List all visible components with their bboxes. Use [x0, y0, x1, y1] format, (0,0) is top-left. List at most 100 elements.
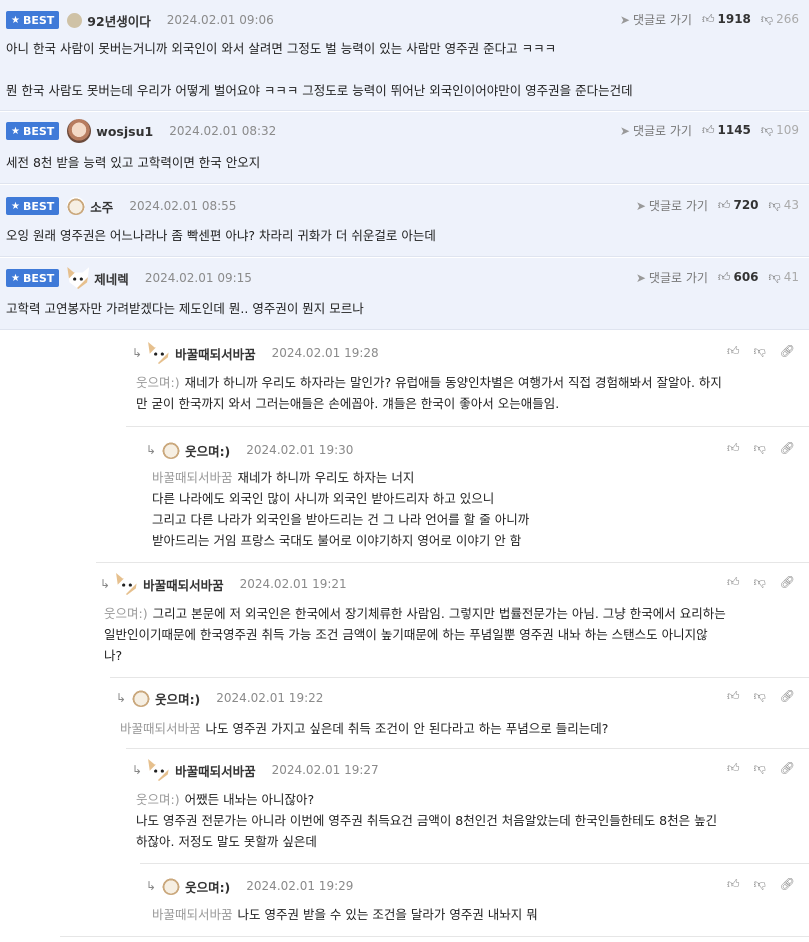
- comment-text: 고학력 고연봉자만 가려받겠다는 제도인데 뭔.. 영주권이 뭔지 모르나: [6, 301, 364, 316]
- like-button[interactable]: 👍︎ 1145: [702, 123, 751, 138]
- send-icon: ➤: [619, 124, 630, 138]
- avatar[interactable]: [162, 877, 181, 895]
- comment-date: 2024.02.01 19:21: [239, 577, 347, 591]
- thumbs-down-icon[interactable]: 👎︎: [754, 689, 766, 704]
- divider: [60, 936, 809, 937]
- comment-text: 오잉 원래 영주권은 어느나라나 좀 빡센편 아냐? 차라리 귀화가 더 쉬운걸…: [6, 228, 436, 243]
- thumbs-down-icon[interactable]: 👎︎: [754, 575, 766, 590]
- thumbs-up-icon[interactable]: 👍︎: [727, 877, 740, 892]
- comment-text: 바꿀때되서바꿈 나도 영주권 가지고 싶은데 취득 조건이 안 된다라고 하는 푸…: [120, 721, 609, 736]
- avatar[interactable]: [148, 342, 171, 364]
- avatar[interactable]: [148, 759, 171, 781]
- thumbs-up-icon: 👍︎: [717, 270, 731, 284]
- avatar[interactable]: [162, 441, 181, 459]
- best-badge: ★ BEST: [6, 11, 60, 29]
- best-comment: ★ BEST wosjsu1 2024.02.01 08:32 ➤ 댓글로 가기 👍…: [0, 112, 809, 184]
- comment-date: 2024.02.01 08:55: [129, 199, 237, 213]
- best-badge: ★ BEST: [6, 122, 60, 140]
- mention[interactable]: 웃으며:): [104, 606, 148, 621]
- mention[interactable]: 바꿀때되서바꿈: [152, 470, 233, 485]
- star-icon: ★: [11, 272, 20, 284]
- comment-author[interactable]: 웃으며:): [155, 689, 200, 708]
- link-icon[interactable]: 🔗︎: [780, 575, 795, 590]
- comment-date: 2024.02.01 09:15: [144, 271, 252, 285]
- comment-date: 2024.02.01 19:22: [216, 691, 324, 705]
- comment-author[interactable]: 웃으며:): [185, 877, 230, 896]
- comment-author[interactable]: 92년생이다: [87, 11, 150, 30]
- avatar[interactable]: [67, 267, 90, 289]
- reply-arrow-icon: ↳: [132, 763, 143, 777]
- comment-date: 2024.02.01 19:27: [271, 763, 379, 777]
- thumbs-up-icon: 👍︎: [701, 123, 715, 137]
- thumbs-up-icon[interactable]: 👍︎: [727, 575, 740, 590]
- comment-text: 세전 8천 받을 능력 있고 고학력이면 한국 안오지: [6, 155, 261, 170]
- avatar[interactable]: [67, 197, 86, 215]
- thumbs-down-icon: 👎︎: [768, 198, 781, 212]
- star-icon: ★: [11, 200, 20, 212]
- comment-text: 아니 한국 사람이 못버는거니까 외국인이 와서 살려면 그정도 벌 능력이 있…: [6, 41, 633, 98]
- comment-author[interactable]: 소주: [90, 197, 113, 216]
- avatar[interactable]: [116, 573, 139, 595]
- reply-comment: ↳ 바꿀때되서바꿈 2024.02.01 19:27 👍︎ 👎︎ 🔗︎ 웃으며:…: [126, 749, 809, 863]
- avatar[interactable]: [67, 12, 83, 28]
- reply-comment: ↳ 웃으며:) 2024.02.01 19:30 👍︎ 👎︎ 🔗︎ 바꿀때되서바…: [140, 427, 809, 562]
- reply-comment: ↳ 바꿀때되서바꿈 2024.02.01 19:28 👍︎ 👎︎ 🔗︎ 웃으며:…: [126, 332, 809, 426]
- like-button[interactable]: 👍︎ 606: [718, 270, 759, 285]
- send-icon: ➤: [619, 13, 630, 27]
- mention[interactable]: 웃으며:): [136, 792, 180, 807]
- thumbs-up-icon[interactable]: 👍︎: [727, 689, 740, 704]
- thumbs-down-icon[interactable]: 👎︎: [754, 441, 766, 456]
- mention[interactable]: 웃으며:): [136, 375, 180, 390]
- comment-author[interactable]: 바꿀때되서바꿈: [175, 344, 256, 363]
- go-to-reply-link[interactable]: ➤ 댓글로 가기: [620, 122, 692, 139]
- comment-text: 웃으며:) 어쨌든 내놔는 아니잖아? 나도 영주권 전문가는 아니라 이번에 영…: [136, 792, 718, 849]
- comment-author[interactable]: 웃으며:): [185, 441, 230, 460]
- comment-text: 바꿀때되서바꿈 나도 영주권 받을 수 있는 조건을 달라가 영주권 내놔지 뭐: [152, 907, 538, 922]
- comment-author[interactable]: wosjsu1: [96, 124, 153, 139]
- comment-date: 2024.02.01 19:29: [246, 879, 354, 893]
- comment-author[interactable]: 제네렉: [94, 269, 129, 288]
- dislike-button[interactable]: 👎︎ 43: [769, 198, 799, 213]
- reply-arrow-icon: ↳: [146, 443, 157, 457]
- best-badge: ★ BEST: [6, 269, 60, 287]
- link-icon[interactable]: 🔗︎: [780, 344, 795, 359]
- thumbs-up-icon: 👍︎: [717, 198, 731, 212]
- reply-comment: ↳ 웃으며:) 2024.02.01 19:29 👍︎ 👎︎ 🔗︎ 바꿀때되서바…: [140, 864, 809, 936]
- like-button[interactable]: 👍︎ 720: [718, 198, 759, 213]
- thumbs-down-icon: 👎︎: [760, 123, 774, 137]
- go-to-reply-link[interactable]: ➤ 댓글로 가기: [636, 269, 708, 286]
- link-icon[interactable]: 🔗︎: [780, 689, 795, 704]
- comment-text: 바꿀때되서바꿈 재네가 하니까 우리도 하자는 너지 다른 나라에도 외국인 많이…: [152, 470, 530, 548]
- go-to-reply-link[interactable]: ➤ 댓글로 가기: [636, 197, 708, 214]
- thumbs-up-icon[interactable]: 👍︎: [727, 761, 740, 776]
- reply-arrow-icon: ↳: [116, 691, 127, 705]
- comment-author[interactable]: 바꿀때되서바꿈: [175, 761, 256, 780]
- comment-date: 2024.02.01 19:28: [271, 346, 379, 360]
- go-to-reply-link[interactable]: ➤ 댓글로 가기: [620, 11, 692, 28]
- thumbs-up-icon[interactable]: 👍︎: [727, 344, 740, 359]
- thumbs-down-icon[interactable]: 👎︎: [754, 877, 766, 892]
- star-icon: ★: [11, 125, 20, 137]
- comment-text: 웃으며:) 재네가 하니까 우리도 하자라는 말인가? 유럽애들 동양인차별은 여…: [136, 375, 722, 411]
- comment-date: 2024.02.01 08:32: [169, 124, 277, 138]
- reply-arrow-icon: ↳: [100, 577, 111, 591]
- best-comment: ★ BEST 제네렉 2024.02.01 09:15 ➤ 댓글로 가기 👍︎ 606…: [0, 258, 809, 330]
- dislike-button[interactable]: 👎︎ 266: [761, 12, 799, 27]
- link-icon[interactable]: 🔗︎: [780, 441, 795, 456]
- link-icon[interactable]: 🔗︎: [780, 761, 795, 776]
- mention[interactable]: 바꿀때되서바꿈: [152, 907, 233, 922]
- like-button[interactable]: 👍︎ 1918: [702, 12, 751, 27]
- avatar[interactable]: [132, 689, 151, 707]
- avatar[interactable]: [67, 119, 92, 143]
- dislike-button[interactable]: 👎︎ 41: [769, 270, 799, 285]
- comment-author[interactable]: 바꿀때되서바꿈: [143, 575, 224, 594]
- thumbs-up-icon[interactable]: 👍︎: [727, 441, 740, 456]
- thumbs-down-icon[interactable]: 👎︎: [754, 344, 766, 359]
- dislike-button[interactable]: 👎︎ 109: [761, 123, 799, 138]
- star-icon: ★: [11, 14, 20, 26]
- reply-arrow-icon: ↳: [132, 346, 143, 360]
- link-icon[interactable]: 🔗︎: [780, 877, 795, 892]
- send-icon: ➤: [635, 199, 646, 213]
- thumbs-down-icon[interactable]: 👎︎: [754, 761, 766, 776]
- mention[interactable]: 바꿀때되서바꿈: [120, 721, 201, 736]
